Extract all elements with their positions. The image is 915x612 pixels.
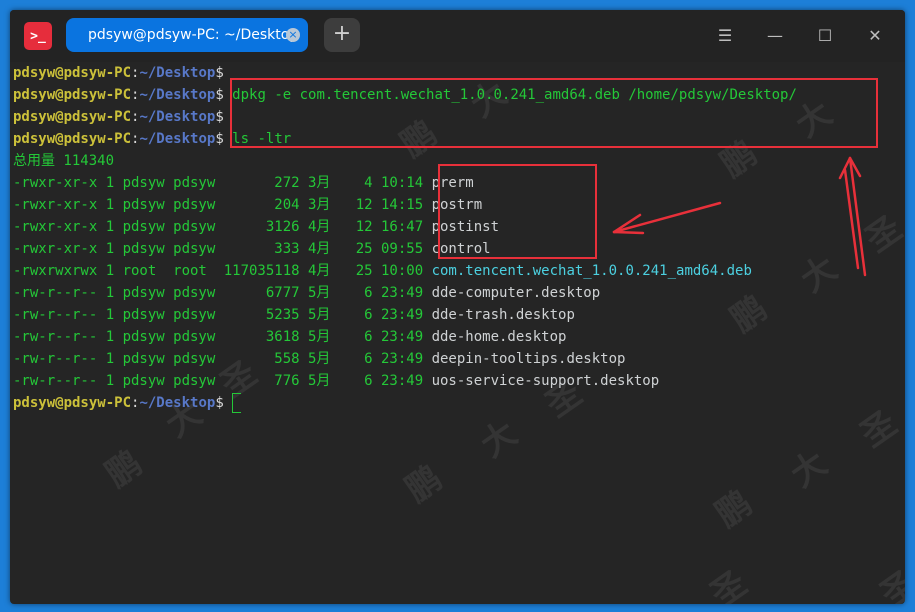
arrow-up-b xyxy=(843,168,860,270)
arrow-left xyxy=(612,201,722,234)
annotation-arrows xyxy=(612,156,867,277)
